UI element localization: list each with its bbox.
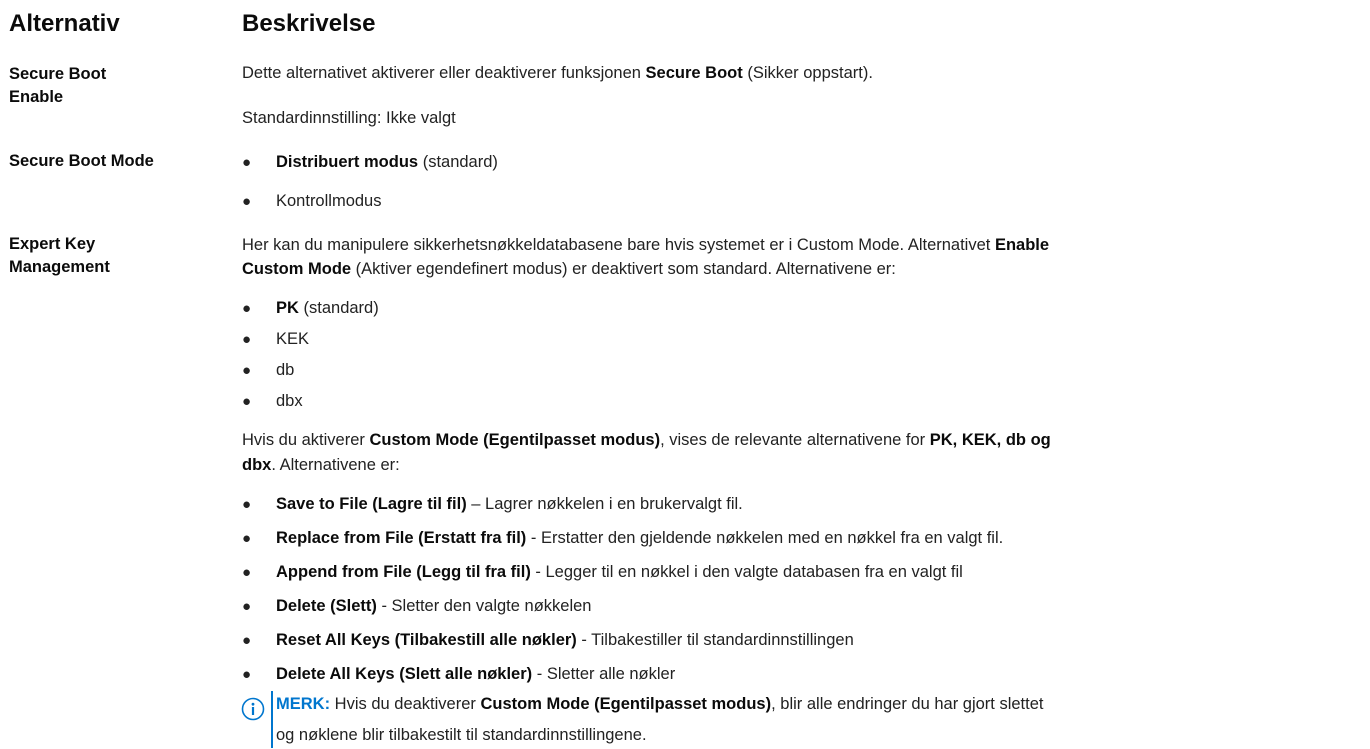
list-item: ● Delete All Keys (Slett alle nøkler) - S… [242, 665, 676, 683]
row-label-expert-key-management: Expert Key Management [9, 235, 110, 276]
bullet-icon: ● [242, 154, 252, 171]
expert-key-intro-line1: Her kan du manipulere sikkerhetsnøkkelda… [242, 236, 1050, 254]
list-item: ● Distribuert modus (standard) [242, 153, 498, 171]
bullet-icon: ● [242, 598, 252, 615]
list-item: ● Save to File (Lagre til fil) – Lagrer n… [242, 495, 743, 513]
column-header-description: Beskrivelse [242, 10, 376, 37]
bullet-icon: ● [242, 193, 252, 210]
list-item: ● db [242, 361, 295, 379]
secure-boot-enable-default: Standardinnstilling: Ikke valgt [242, 109, 456, 127]
bullet-icon: ● [242, 331, 252, 348]
list-item: ● Append from File (Legg til fra fil) - L… [242, 563, 963, 581]
column-header-option: Alternativ [9, 10, 120, 37]
list-item: ● PK (standard) [242, 299, 379, 317]
bullet-icon: ● [242, 564, 252, 581]
expert-key-custom-line2: dbx. Alternativene er: [242, 456, 400, 474]
list-item: ● dbx [242, 392, 303, 410]
bullet-icon: ● [242, 393, 252, 410]
list-item: ● Replace from File (Erstatt fra fil) - E… [242, 529, 1004, 547]
bullet-icon: ● [242, 496, 252, 513]
info-circle-icon [241, 697, 265, 721]
bullet-icon: ● [242, 530, 252, 547]
row-label-secure-boot-mode: Secure Boot Mode [9, 152, 154, 170]
list-item: ● KEK [242, 330, 310, 348]
list-item: ● Reset All Keys (Tilbakestill alle nøkle… [242, 631, 854, 649]
bullet-icon: ● [242, 362, 252, 379]
note-line1: MERK: Hvis du deaktiverer Custom Mode (E… [276, 695, 1044, 713]
note-divider [271, 691, 273, 748]
bullet-icon: ● [242, 666, 252, 683]
bullet-icon: ● [242, 300, 252, 317]
expert-key-intro-line2: Custom Mode (Aktiver egendefinert modus)… [242, 260, 896, 278]
expert-key-custom-line1: Hvis du aktiverer Custom Mode (Egentilpa… [242, 431, 1051, 449]
secure-boot-enable-description: Dette alternativet aktiverer eller deakt… [242, 64, 873, 82]
list-item: ● Delete (Slett) - Sletter den valgte nøk… [242, 597, 592, 615]
note-line2: og nøklene blir tilbakestilt til standar… [276, 726, 647, 744]
row-label-secure-boot-enable: Secure Boot Enable [9, 65, 107, 106]
bullet-icon: ● [242, 632, 252, 649]
list-item: ● Kontrollmodus [242, 192, 382, 210]
